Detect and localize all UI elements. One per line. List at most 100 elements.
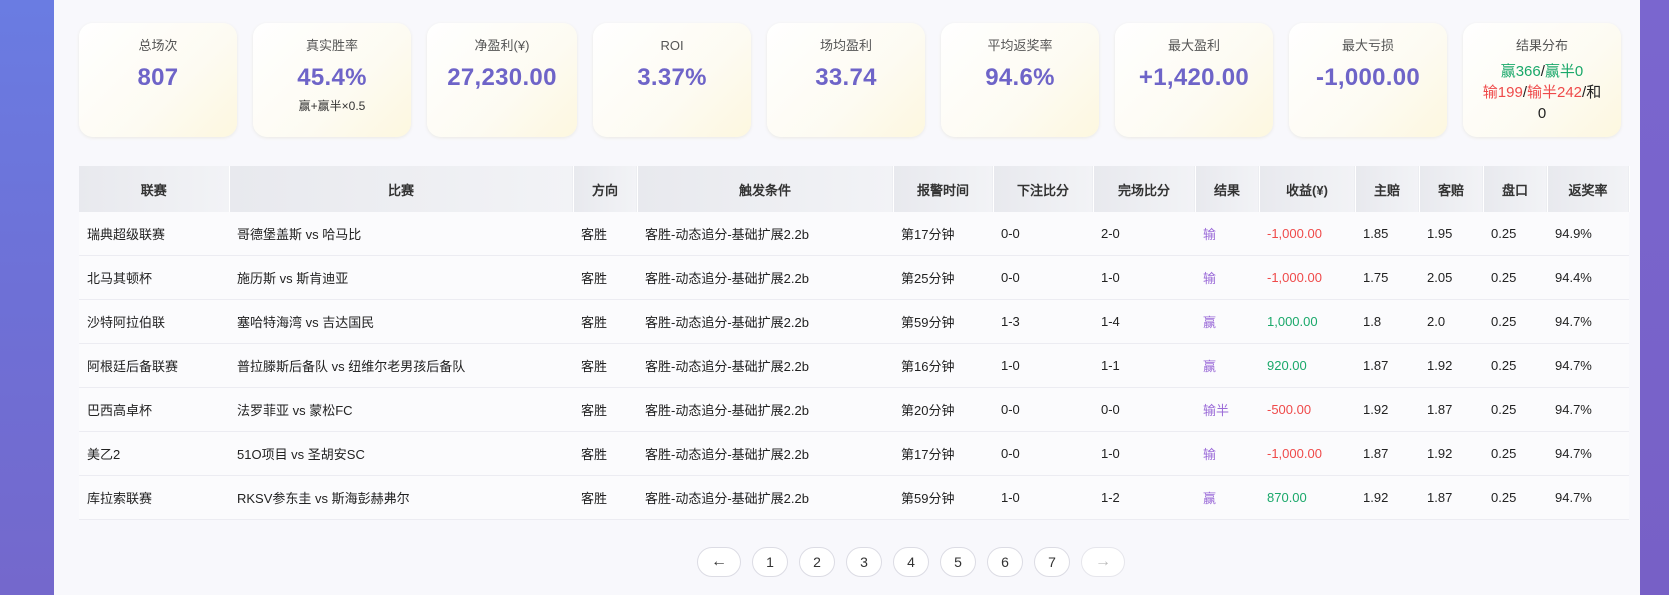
stat-max-loss: 最大亏损 -1,000.00 [1289,23,1447,137]
bet-score-cell: 0-0 [993,431,1093,476]
final-score-cell: 1-0 [1093,431,1195,476]
page-button-1[interactable]: 1 [752,547,788,577]
final-score-cell: 1-0 [1093,255,1195,300]
stat-label: 总场次 [138,38,178,53]
condition-cell: 客胜-动态追分-基础扩展2.2b [637,343,893,388]
return-rate-cell: 94.7% [1547,475,1629,520]
match-cell: 塞哈特海湾 vs 吉达国民 [229,299,573,344]
column-header: 主赔 [1355,166,1420,212]
alert-time-cell: 第25分钟 [893,255,993,300]
handicap-cell: 0.25 [1483,387,1547,432]
stat-max-profit: 最大盈利 +1,420.00 [1115,23,1273,137]
dist-draw-label: /和 [1582,84,1602,101]
return-rate-cell: 94.7% [1547,387,1629,432]
alert-time-cell: 第16分钟 [893,343,993,388]
dist-loss-half: 输半242 [1527,84,1583,101]
bet-score-cell: 1-0 [993,475,1093,520]
return-rate-cell: 94.7% [1547,431,1629,476]
table-row: 北马其顿杯 施历斯 vs 斯肯迪亚 客胜 客胜-动态追分-基础扩展2.2b 第25分钟 0… [79,255,1629,300]
home-odds-cell: 1.87 [1355,431,1419,476]
table-row: 沙特阿拉伯联 塞哈特海湾 vs 吉达国民 客胜 客胜-动态追分-基础扩展2.2b 第59… [79,299,1629,344]
distribution-values: 赢366/赢半0 输199/输半242/和 0 [1463,61,1621,124]
handicap-cell: 0.25 [1483,212,1547,256]
home-odds-cell: 1.8 [1355,299,1419,344]
direction-cell: 客胜 [573,387,637,432]
stat-label: 场均盈利 [819,38,872,53]
away-odds-cell: 1.87 [1419,475,1483,520]
page-button-7[interactable]: 7 [1034,547,1070,577]
league-cell: 美乙2 [79,431,229,476]
result-cell: 赢 [1195,475,1259,520]
profit-cell: -1,000.00 [1259,255,1355,300]
table-row: 巴西高卓杯 法罗菲亚 vs 蒙松FC 客胜 客胜-动态追分-基础扩展2.2b 第20分钟… [79,387,1629,432]
stat-result-distribution: 结果分布 赢366/赢半0 输199/输半242/和 0 [1463,23,1621,137]
away-odds-cell: 1.92 [1419,431,1483,476]
column-header: 收益(¥) [1259,166,1356,212]
stat-roi: ROI 3.37% [593,23,751,137]
direction-cell: 客胜 [573,212,637,256]
results-table-container: 联赛 比赛 方向 触发条件 报警时间 下注比分 完场比分 结果 收益(¥) 主赔 客赔 盘口 返奖率 瑞… [79,166,1630,520]
condition-cell: 客胜-动态追分-基础扩展2.2b [637,475,893,520]
match-cell: RKSV参东圭 vs 斯海彭赫弗尔 [229,475,573,520]
stat-value: 27,230.00 [447,64,557,91]
stat-total-matches: 总场次 807 [79,23,237,137]
return-rate-cell: 94.7% [1547,299,1629,344]
return-rate-cell: 94.7% [1547,343,1629,388]
table-row: 库拉索联赛 RKSV参东圭 vs 斯海彭赫弗尔 客胜 客胜-动态追分-基础扩展2.2b… [79,475,1629,520]
dist-draw: 0 [1537,105,1547,122]
stat-value: 3.37% [637,64,707,91]
alert-time-cell: 第59分钟 [893,475,993,520]
away-odds-cell: 1.95 [1419,212,1483,256]
dist-win: 赢366 [1500,63,1541,80]
handicap-cell: 0.25 [1483,431,1547,476]
stat-avg-return-rate: 平均返奖率 94.6% [941,23,1099,137]
alert-time-cell: 第17分钟 [893,212,993,256]
profit-cell: -500.00 [1259,387,1355,432]
away-odds-cell: 1.92 [1419,343,1483,388]
table-header: 联赛 比赛 方向 触发条件 报警时间 下注比分 完场比分 结果 收益(¥) 主赔 客赔 盘口 返奖率 [79,166,1630,212]
stat-value: +1,420.00 [1138,64,1250,91]
bet-score-cell: 0-0 [993,387,1093,432]
league-cell: 巴西高卓杯 [79,387,229,432]
return-rate-cell: 94.4% [1547,255,1629,300]
handicap-cell: 0.25 [1483,343,1547,388]
main-panel: 总场次 807 真实胜率 45.4% 赢+赢半×0.5 净盈利(¥) 27,23… [54,0,1640,595]
result-cell: 输半 [1195,387,1259,432]
match-cell: 51O项目 vs 圣胡安SC [229,431,573,476]
home-odds-cell: 1.92 [1355,387,1419,432]
page-button-3[interactable]: 3 [846,547,882,577]
stat-win-rate: 真实胜率 45.4% 赢+赢半×0.5 [253,23,411,137]
result-cell: 赢 [1195,343,1259,388]
result-cell: 输 [1195,431,1259,476]
table-row: 瑞典超级联赛 哥德堡盖斯 vs 哈马比 客胜 客胜-动态追分-基础扩展2.2b 第17分… [79,212,1629,256]
match-cell: 法罗菲亚 vs 蒙松FC [229,387,573,432]
result-cell: 赢 [1195,299,1259,344]
stat-label: 净盈利(¥) [474,38,530,53]
condition-cell: 客胜-动态追分-基础扩展2.2b [637,212,893,256]
bet-score-cell: 0-0 [993,212,1093,256]
prev-page-button[interactable]: ← [697,547,741,577]
column-header: 触发条件 [637,166,894,212]
condition-cell: 客胜-动态追分-基础扩展2.2b [637,387,893,432]
handicap-cell: 0.25 [1483,475,1547,520]
stat-label: 真实胜率 [305,38,358,53]
page-button-4[interactable]: 4 [893,547,929,577]
table-header-row: 联赛 比赛 方向 触发条件 报警时间 下注比分 完场比分 结果 收益(¥) 主赔 客赔 盘口 返奖率 [79,166,1630,212]
alert-time-cell: 第20分钟 [893,387,993,432]
column-header: 比赛 [229,166,574,212]
page-button-6[interactable]: 6 [987,547,1023,577]
match-cell: 哥德堡盖斯 vs 哈马比 [229,212,573,256]
final-score-cell: 1-2 [1093,475,1195,520]
home-odds-cell: 1.92 [1355,475,1419,520]
table-row: 美乙2 51O项目 vs 圣胡安SC 客胜 客胜-动态追分-基础扩展2.2b 第17分钟… [79,431,1629,476]
column-header: 下注比分 [993,166,1094,212]
page-button-2[interactable]: 2 [799,547,835,577]
final-score-cell: 1-4 [1093,299,1195,344]
direction-cell: 客胜 [573,299,637,344]
away-odds-cell: 2.05 [1419,255,1483,300]
page-button-5[interactable]: 5 [940,547,976,577]
next-page-button[interactable]: → [1081,547,1125,577]
table-row: 阿根廷后备联赛 普拉滕斯后备队 vs 纽维尔老男孩后备队 客胜 客胜-动态追分-基础扩… [79,343,1629,388]
stat-label: ROI [660,38,684,53]
league-cell: 沙特阿拉伯联 [79,299,229,344]
